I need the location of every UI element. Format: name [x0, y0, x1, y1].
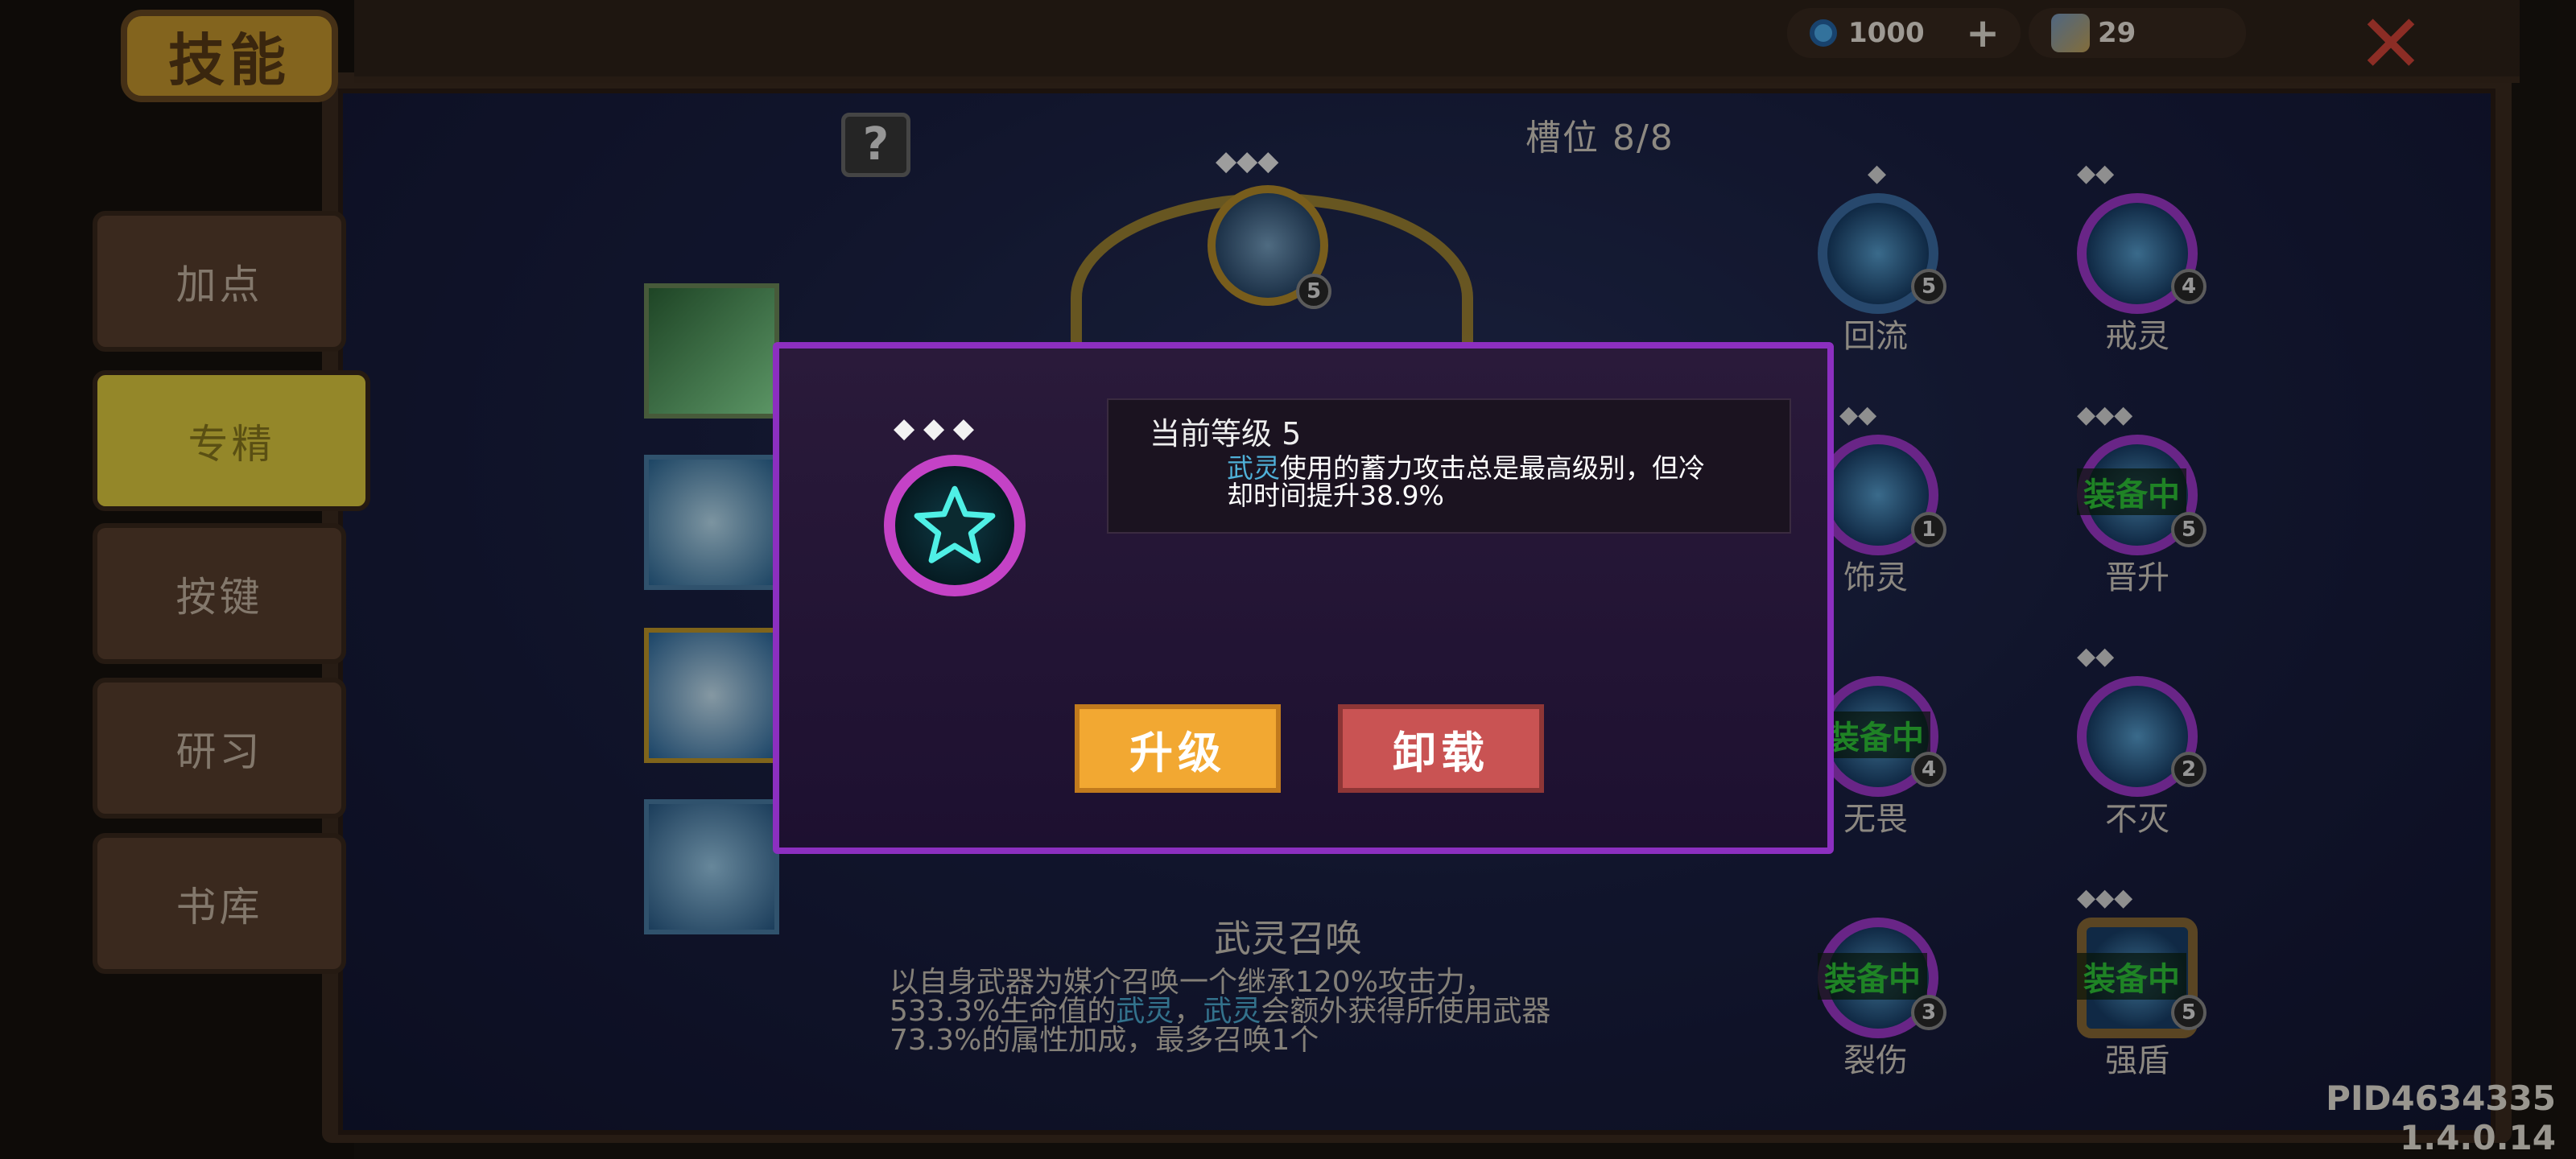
level-description: 武灵使用的蓄力攻击总是最高级别，但冷 却时间提升38.9% [1227, 452, 1705, 511]
star-glyph [914, 485, 996, 563]
upgrade-button[interactable]: 升级 [1075, 704, 1281, 793]
star-icon [884, 455, 1026, 596]
unload-button[interactable]: 卸载 [1338, 704, 1544, 793]
current-level: 当前等级 5 [1150, 416, 1302, 452]
dialog-pips: ◆ ◆ ◆ [894, 412, 975, 444]
